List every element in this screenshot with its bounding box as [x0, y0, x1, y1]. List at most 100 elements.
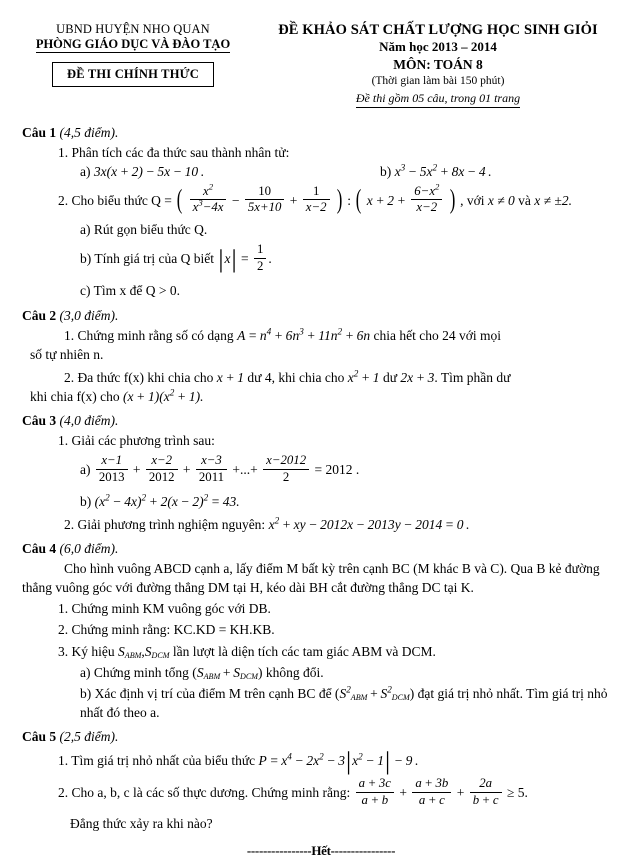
q1-fraction-1-numerator: x2	[189, 182, 227, 201]
question-5-heading: Câu 5 (2,5 điểm).	[22, 729, 620, 745]
q3-part1a-label: a)	[80, 462, 91, 478]
q3-part2-text: 2. Giải phương trình nghiệm nguyên:	[64, 516, 266, 532]
question-1-heading: Câu 1 (4,5 điểm).	[22, 125, 620, 141]
q5-fraction-1: a + 3c a + b	[355, 776, 394, 808]
q1-condition-lead: , với	[460, 192, 485, 208]
q3-part1b-expression: (x2 − 4x)2 + 2(x − 2)2 = 43.	[94, 492, 240, 509]
question-4-heading: Câu 4 (6,0 điểm).	[22, 541, 620, 557]
q2-part1: 1. Chứng minh rằng số có dạng A = n4 + 6…	[30, 326, 620, 345]
question-5-points: (2,5 điểm).	[59, 729, 119, 745]
q1-part2-expression-line: 2. Cho biểu thức Q = ( x2 x3−4x − 10 5x+…	[58, 182, 620, 218]
q3-part1-text: 1. Giải các phương trình sau:	[58, 433, 215, 449]
q3-fraction-3-denominator: 2011	[198, 469, 225, 484]
q2-part1-lead: 1. Chứng minh rằng số có dạng	[64, 327, 234, 343]
q1-part2b-text: b) Tính giá trị của Q biết	[80, 251, 214, 267]
q5-expression-P: P = x4 − 2x2 − 3	[258, 751, 346, 769]
close-paren-1: )	[336, 184, 343, 215]
q3-fraction-3: x−3 2011	[195, 453, 228, 485]
abs-bar-close-2: |	[385, 745, 391, 775]
q4-part3b: b) Xác định vị trí của điểm M trên cạnh …	[80, 684, 620, 722]
q1-part1a-label: a)	[80, 163, 91, 179]
question-2-label: Câu 2	[22, 307, 57, 323]
question-4-points: (6,0 điểm).	[59, 540, 119, 556]
q5-fraction-2-denominator: a + c	[418, 792, 445, 807]
q4-part3a-lead: a) Chứng minh tổng (	[80, 664, 197, 680]
q2-part2: 2. Đa thức f(x) khi chia cho x + 1 dư 4,…	[30, 368, 620, 387]
question-5-label: Câu 5	[22, 729, 57, 745]
q5-fraction-3: 2a b + c	[469, 776, 502, 808]
q4-part3-lead: 3. Ký hiệu	[58, 643, 115, 659]
plus-operator-q5-2: +	[456, 785, 465, 801]
ellipsis-operator-q3: +...+	[232, 462, 258, 478]
q5-fraction-3-denominator: b + c	[472, 792, 499, 807]
organization-line-2: PHÒNG GIÁO DỤC VÀ ĐÀO TẠO	[35, 37, 231, 53]
q1-half-denominator: 2	[257, 258, 264, 273]
q5-fraction-1-numerator: a + 3c	[355, 776, 394, 793]
q3-fraction-4: x−2012 2	[263, 453, 310, 485]
q1-part2b-period: .	[268, 251, 272, 267]
q4-part1: 1. Chứng minh KM vuông góc với DB.	[58, 601, 271, 617]
q1-fraction-1-denominator: x3−4x	[192, 198, 224, 215]
q3-fraction-1-numerator: x−1	[95, 453, 128, 470]
q1-fraction-3-denominator: x−2	[305, 200, 327, 215]
plus-operator-q4a: +	[220, 664, 234, 680]
q1-second-group-lead: x + 2 +	[366, 192, 406, 208]
q2-part2-mid2: dư	[382, 369, 398, 385]
q1-part2c: c) Tìm x để Q > 0.	[80, 283, 180, 299]
q1-part2a: a) Rút gọn biểu thức Q.	[80, 221, 208, 237]
divide-colon: :	[347, 192, 352, 208]
q4-part2: 2. Chứng minh rằng: KC.KD = KH.KB.	[58, 622, 275, 638]
q4-3b-area-abm-squared: S2ABM	[339, 684, 368, 702]
q1-part2-lead: 2. Cho biểu thức Q =	[58, 192, 172, 208]
question-2-points: (3,0 điểm).	[59, 307, 119, 323]
question-4-label: Câu 4	[22, 540, 57, 556]
q5-fraction-2: a + 3b a + c	[412, 776, 452, 808]
q1-fraction-2: 10 5x+10	[244, 184, 285, 216]
q2-part2-cont-text: khi chia f(x) cho	[30, 389, 120, 405]
header-left-block: UBND HUYỆN NHO QUAN PHÒNG GIÁO DỤC VÀ ĐÀ…	[14, 22, 252, 87]
q1-fraction-3-numerator: 1	[302, 184, 330, 201]
q2-expression-A: A = n4 + 6n3 + 11n2 + 6n	[237, 326, 371, 343]
q3-part1b: b) (x2 − 4x)2 + 2(x − 2)2 = 43.	[80, 492, 620, 511]
q1-condition-x-not-pm2: x ≠ ±2.	[534, 192, 572, 208]
equals-operator-1: =	[241, 251, 249, 267]
q1-condition-x-nonzero: x ≠ 0	[487, 192, 515, 208]
q4-3b-area-dcm-squared: S2DCM	[380, 684, 410, 702]
plus-operator-q3-1: +	[132, 462, 141, 478]
open-paren-2: (	[356, 184, 362, 215]
q3-fraction-2-denominator: 2012	[148, 469, 175, 484]
q2-divisor-x2p1: x2 + 1	[347, 368, 380, 385]
q1-part1a-expression: 3x(x + 2) − 5x − 10 .	[93, 163, 205, 179]
q3-part2-equation: x2 + xy − 2012x − 2013y − 2014 = 0 .	[268, 515, 470, 532]
end-of-exam-marker: ----------------Hết----------------	[246, 842, 396, 858]
q4-part3a-tail: ) không đổi.	[257, 664, 324, 680]
plus-operator-q4b: +	[367, 685, 381, 701]
q1-abs-variable: x	[224, 251, 231, 267]
abs-bar-close-1: |	[231, 243, 237, 273]
q3-part1b-label: b)	[80, 493, 92, 509]
q2-product-divisor: (x + 1)(x2 + 1).	[122, 387, 204, 405]
q3-fraction-2: x−2 2012	[145, 453, 178, 485]
q1-fraction-2-denominator: 5x+10	[247, 200, 282, 215]
q1-fraction-4: 6−x2 x−2	[411, 182, 443, 216]
plus-operator-q3-2: +	[182, 462, 191, 478]
q5-fraction-2-numerator: a + 3b	[412, 776, 452, 793]
q3-fraction-2-numerator: x−2	[145, 453, 178, 470]
q4-area-dcm-symbol: SDCM	[144, 643, 170, 660]
question-1-label: Câu 1	[22, 124, 57, 140]
q5-part2-text: 2. Cho a, b, c là các số thực dương. Chứ…	[58, 785, 351, 801]
q1-half-numerator: 1	[254, 242, 267, 259]
q5-expression-P-tail: − 9 .	[391, 753, 419, 769]
exam-subject: MÔN: TOÁN 8	[393, 57, 483, 73]
q2-divisor-xp1: x + 1	[216, 369, 245, 385]
official-exam-badge: ĐỀ THI CHÍNH THỨC	[51, 61, 214, 87]
exam-title: ĐỀ KHẢO SÁT CHẤT LƯỢNG HỌC SINH GIỎI	[278, 22, 598, 38]
q5-fraction-3-numerator: 2a	[469, 776, 502, 793]
page-header: UBND HUYỆN NHO QUAN PHÒNG GIÁO DỤC VÀ ĐÀ…	[0, 0, 634, 108]
q5-abs-inner: x2 − 1	[352, 751, 385, 769]
q3-part1a-rhs: = 2012 .	[314, 462, 360, 478]
exam-content: Câu 1 (4,5 điểm). 1. Phân tích các đa th…	[0, 108, 634, 859]
q3-fraction-3-numerator: x−3	[195, 453, 228, 470]
q1-part2b: b) Tính giá trị của Q biết |x| = 1 2 .	[80, 242, 620, 276]
q1-part1-options-row: a) 3x(x + 2) − 5x − 10 . b) x3 − 5x2 + 8…	[80, 163, 620, 180]
